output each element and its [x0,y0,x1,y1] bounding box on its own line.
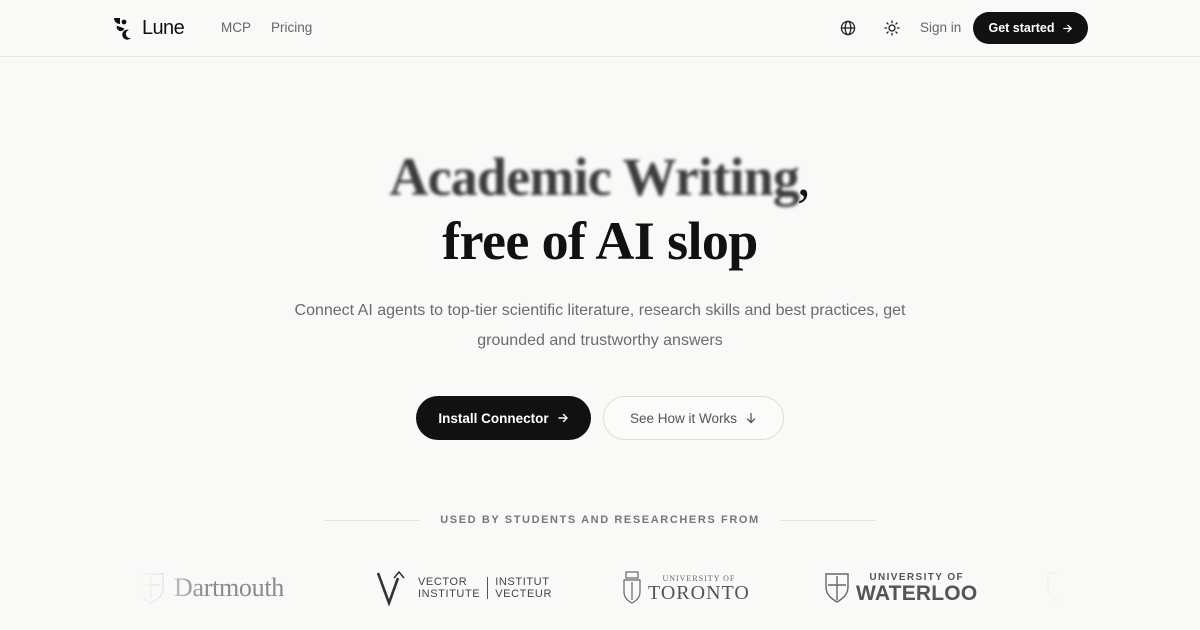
main-nav: MCP Pricing [221,20,312,35]
waterloo-big-text: WATERLOO [856,582,978,605]
lune-logo-icon [114,18,131,40]
sign-in-link[interactable]: Sign in [920,20,961,35]
waterloo-logo: UNIVERSITY OF WATERLOO [824,566,977,610]
vector-text-1: VECTOR [418,576,468,588]
vector-institute-logo: VECTOR INSTITUTE INSTITUT VECTEUR [376,566,552,610]
get-started-label: Get started [988,21,1055,35]
install-connector-label: Install Connector [438,410,549,426]
see-how-it-works-button[interactable]: See How it Works [603,396,784,440]
arrow-right-icon [557,413,568,423]
vector-text-3: INSTITUT [495,576,550,588]
brand-link[interactable]: Lune [111,16,185,40]
nav-item-pricing[interactable]: Pricing [271,20,312,35]
hero-headline-comma: , [797,147,811,207]
university-logos-strip: Dartmouth VECTOR INSTITUTE INSTITUT VECT… [136,566,1064,610]
arrow-down-icon [746,412,756,424]
hero-headline-line2: free of AI slop [442,211,758,271]
vector-text-2: INSTITUTE [418,588,481,600]
divider-right [780,520,876,521]
hero-headline-animated-text: Academic Writing [389,147,800,207]
globe-icon[interactable] [839,19,857,37]
used-by-label: USED BY STUDENTS AND RESEARCHERS FROM [440,514,760,526]
dartmouth-logo: Dartmouth [136,566,284,610]
toronto-wordmark: UNIVERSITY OF TORONTO [648,574,750,603]
toronto-logo: UNIVERSITY OF TORONTO [622,566,750,610]
brand-name: Lune [142,16,185,39]
partial-crest-icon [1047,572,1064,603]
top-navbar: Lune MCP Pricing Sign in Get started [0,0,1200,57]
nav-item-mcp[interactable]: MCP [221,20,251,35]
arrow-right-icon [1062,24,1072,32]
partial-logo [1046,566,1064,610]
sun-icon[interactable] [883,19,901,37]
hero-subtitle: Connect AI agents to top-tier scientific… [294,302,906,349]
toronto-crest-icon [623,571,641,604]
toronto-big-text: TORONTO [648,581,750,604]
waterloo-wordmark: UNIVERSITY OF WATERLOO [856,572,977,604]
get-started-button[interactable]: Get started [973,12,1088,44]
dartmouth-wordmark: Dartmouth [174,573,284,602]
vector-v-icon [376,570,405,606]
see-how-it-works-label: See How it Works [629,410,738,426]
dartmouth-shield-icon [138,573,164,604]
vector-english: VECTOR INSTITUTE [418,576,480,600]
waterloo-shield-icon [825,573,849,603]
install-connector-button[interactable]: Install Connector [416,396,591,440]
vector-text-4: VECTEUR [495,588,552,600]
vector-french: INSTITUT VECTEUR [495,576,552,600]
vector-divider [487,577,489,599]
